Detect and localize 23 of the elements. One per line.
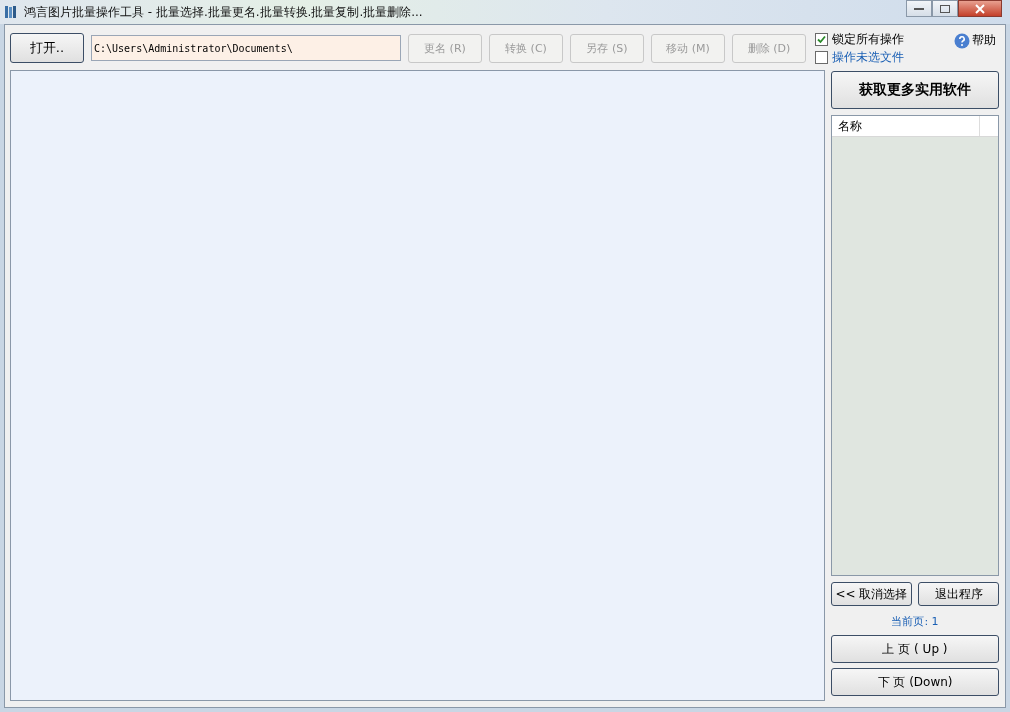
maximize-icon (940, 4, 950, 13)
current-page-label: 当前页: 1 (891, 614, 939, 629)
close-icon (975, 3, 985, 14)
open-button[interactable]: 打开.. (10, 33, 84, 63)
previous-page-button[interactable]: 上 页 ( Up ) (831, 635, 999, 663)
maximize-button[interactable] (932, 0, 958, 17)
option-checkbox[interactable]: 操作未选文件 (815, 48, 904, 66)
path-field[interactable]: C:\Users\Administrator\Documents\ (91, 35, 401, 61)
help-link[interactable]: 帮助 (972, 32, 996, 49)
next-page-button[interactable]: 下 页 (Down) (831, 668, 999, 696)
window-title: 鸿言图片批量操作工具 - 批量选择.批量更名.批量转换.批量复制.批量删除... (24, 3, 423, 21)
help-icon (954, 32, 970, 49)
option-label: 锁定所有操作 (832, 30, 904, 48)
exit-button[interactable]: 退出程序 (918, 582, 999, 606)
checkbox[interactable] (815, 32, 828, 46)
books-icon (4, 5, 18, 19)
close-button[interactable] (958, 0, 1002, 17)
option-label: 操作未选文件 (832, 48, 904, 66)
get-more-button[interactable]: 获取更多实用软件 (831, 71, 999, 109)
minimize-button[interactable] (906, 0, 932, 17)
checkbox[interactable] (815, 50, 828, 64)
option-checkbox[interactable]: 锁定所有操作 (815, 30, 904, 48)
cancel-selection-button[interactable]: << 取消选择 (831, 582, 912, 606)
